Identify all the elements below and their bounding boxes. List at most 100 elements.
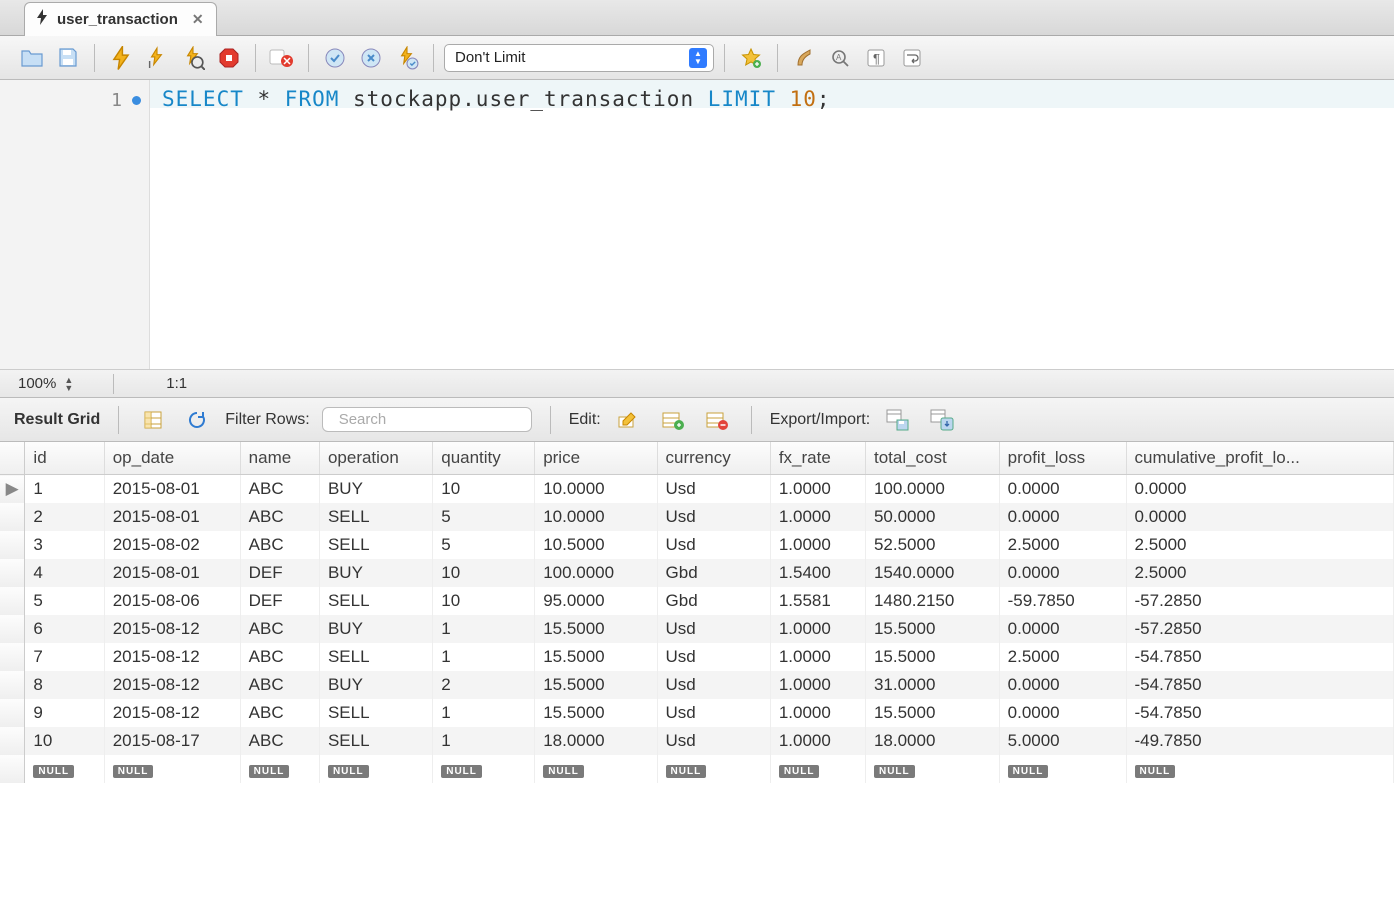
cell[interactable]: 10 [25,727,104,755]
cell-null[interactable]: NULL [104,755,240,783]
table-row[interactable]: 62015-08-12ABCBUY115.5000Usd1.000015.500… [0,615,1394,643]
wrap-button[interactable] [896,42,928,74]
table-row[interactable]: 82015-08-12ABCBUY215.5000Usd1.000031.000… [0,671,1394,699]
cell[interactable]: 15.5000 [865,699,999,727]
cell-null[interactable]: NULL [25,755,104,783]
cell[interactable]: 1.0000 [770,727,865,755]
edit-row-button[interactable] [613,404,645,436]
cell[interactable]: 15.5000 [865,615,999,643]
cell[interactable]: Usd [657,531,770,559]
cell[interactable]: ABC [240,727,319,755]
cell[interactable]: 10.0000 [535,475,657,504]
cell[interactable]: 1 [433,615,535,643]
rollback-button[interactable] [355,42,387,74]
save-button[interactable] [52,42,84,74]
col-price[interactable]: price [535,442,657,475]
cell[interactable]: 5 [433,531,535,559]
table-row[interactable]: 52015-08-06DEFSELL1095.0000Gbd1.55811480… [0,587,1394,615]
cell[interactable]: 2.5000 [999,531,1126,559]
commit-button[interactable] [319,42,351,74]
cell-null[interactable]: NULL [657,755,770,783]
cell[interactable]: 6 [25,615,104,643]
cell[interactable]: 1 [433,699,535,727]
cell[interactable]: ABC [240,615,319,643]
table-row[interactable]: 22015-08-01ABCSELL510.0000Usd1.000050.00… [0,503,1394,531]
cell[interactable]: SELL [319,531,432,559]
table-row-null[interactable]: NULLNULLNULLNULLNULLNULLNULLNULLNULLNULL… [0,755,1394,783]
col-id[interactable]: id [25,442,104,475]
row-handle[interactable]: ▶ [0,475,25,504]
cell[interactable]: 15.5000 [535,671,657,699]
cell[interactable]: 1.0000 [770,643,865,671]
cell[interactable]: Usd [657,727,770,755]
autocommit-button[interactable] [391,42,423,74]
sql-text[interactable]: SELECT * FROM stockapp.user_transaction … [150,80,1394,369]
cell[interactable]: 15.5000 [535,615,657,643]
cell[interactable]: ABC [240,503,319,531]
cell[interactable]: 7 [25,643,104,671]
cell[interactable]: 2.5000 [1126,531,1393,559]
cell-null[interactable]: NULL [1126,755,1393,783]
cell[interactable]: 0.0000 [999,475,1126,504]
cell[interactable]: 5 [25,587,104,615]
sql-editor[interactable]: 1 SELECT * FROM stockapp.user_transactio… [0,80,1394,370]
col-total-cost[interactable]: total_cost [865,442,999,475]
row-handle[interactable] [0,671,25,699]
explain-button[interactable] [177,42,209,74]
row-handle[interactable] [0,755,25,783]
cell[interactable]: ABC [240,475,319,504]
export-button[interactable] [882,404,914,436]
cell[interactable]: 15.5000 [535,643,657,671]
cell[interactable]: 1.0000 [770,475,865,504]
add-row-button[interactable] [657,404,689,436]
cell[interactable]: 2 [433,671,535,699]
cell[interactable]: Usd [657,643,770,671]
row-handle[interactable] [0,531,25,559]
cell[interactable]: 5 [433,503,535,531]
cell[interactable]: 10.5000 [535,531,657,559]
zoom-stepper[interactable]: ▲▼ [64,376,73,392]
cell[interactable]: 15.5000 [865,643,999,671]
cell[interactable]: 1540.0000 [865,559,999,587]
limit-select[interactable]: Don't Limit ▲▼ [444,44,714,72]
cell[interactable]: Gbd [657,559,770,587]
execute-button[interactable] [105,42,137,74]
cell[interactable]: 8 [25,671,104,699]
close-icon[interactable]: ✕ [192,11,204,28]
cell[interactable]: Usd [657,671,770,699]
cell[interactable]: 2015-08-12 [104,615,240,643]
col-name[interactable]: name [240,442,319,475]
cell[interactable]: 2015-08-01 [104,475,240,504]
cell[interactable]: 10 [433,475,535,504]
cell[interactable]: SELL [319,503,432,531]
grid-view-button[interactable] [137,404,169,436]
cell[interactable]: 10 [433,587,535,615]
cell[interactable]: 9 [25,699,104,727]
cell[interactable]: 10.0000 [535,503,657,531]
cell[interactable]: 1 [25,475,104,504]
cell-null[interactable]: NULL [770,755,865,783]
cell[interactable]: BUY [319,559,432,587]
cell[interactable]: 18.0000 [535,727,657,755]
cell[interactable]: BUY [319,671,432,699]
cell[interactable]: ABC [240,531,319,559]
cell[interactable]: 1480.2150 [865,587,999,615]
cell[interactable]: 0.0000 [1126,503,1393,531]
cell[interactable]: 2 [25,503,104,531]
cell[interactable]: SELL [319,587,432,615]
cell[interactable]: 1.0000 [770,615,865,643]
cell[interactable]: -49.7850 [1126,727,1393,755]
cell[interactable]: 2.5000 [1126,559,1393,587]
result-grid[interactable]: id op_date name operation quantity price… [0,442,1394,908]
cell[interactable]: 0.0000 [1126,475,1393,504]
cell-null[interactable]: NULL [319,755,432,783]
row-handle[interactable] [0,699,25,727]
col-fx-rate[interactable]: fx_rate [770,442,865,475]
cell[interactable]: 1.0000 [770,671,865,699]
col-profit-loss[interactable]: profit_loss [999,442,1126,475]
refresh-button[interactable] [181,404,213,436]
cell[interactable]: 1.0000 [770,531,865,559]
cell[interactable]: 2.5000 [999,643,1126,671]
stop-on-error-button[interactable] [266,42,298,74]
cell[interactable]: -54.7850 [1126,671,1393,699]
